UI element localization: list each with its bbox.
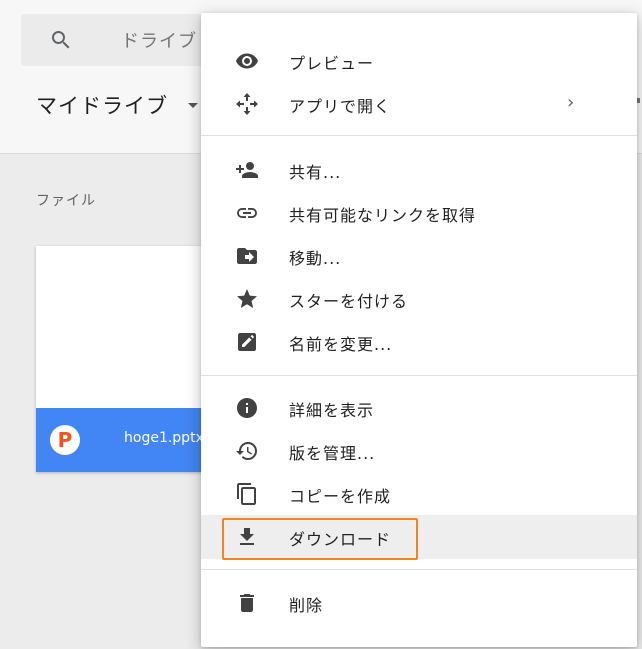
- menu-item-share[interactable]: 共有...: [201, 148, 637, 192]
- download-icon: [240, 528, 254, 545]
- search-icon[interactable]: [49, 28, 73, 52]
- search-input[interactable]: ドライブ: [121, 27, 197, 53]
- star-icon: [237, 289, 257, 308]
- menu-item-manage-versions[interactable]: 版を管理...: [201, 429, 637, 473]
- page-title[interactable]: マイドライブ: [36, 90, 168, 120]
- menu-item-details[interactable]: 詳細を表示: [201, 386, 637, 430]
- menu-item-download[interactable]: ダウンロード: [201, 515, 637, 560]
- trash-icon: [240, 594, 254, 612]
- file-name: hoge1.pptx: [124, 430, 204, 446]
- menu-divider: [201, 569, 637, 570]
- history-icon: [236, 442, 257, 460]
- menu-item-label: 詳細を表示: [289, 401, 375, 420]
- info-icon: [237, 398, 257, 418]
- menu-item-move[interactable]: 移動...: [201, 234, 637, 278]
- context-menu: プレビュー アプリで開く › 共有... 共有可能なリンクを取得 移動... ス…: [201, 13, 637, 647]
- chevron-down-icon: [637, 98, 640, 103]
- files-section-label: ファイル: [36, 193, 96, 209]
- menu-item-label: アプリで開く: [289, 97, 392, 116]
- menu-item-label: スターを付ける: [289, 292, 409, 311]
- menu-item-open-with[interactable]: アプリで開く ›: [201, 82, 637, 126]
- menu-divider: [201, 375, 637, 376]
- chevron-down-icon[interactable]: [188, 103, 198, 108]
- menu-item-label: 共有...: [289, 163, 342, 182]
- menu-divider: [201, 135, 637, 136]
- link-icon: [237, 208, 257, 218]
- menu-item-get-link[interactable]: 共有可能なリンクを取得: [201, 191, 637, 235]
- menu-item-label: 版を管理...: [289, 444, 376, 463]
- menu-item-rename[interactable]: 名前を変更...: [201, 320, 637, 364]
- menu-item-label: 共有可能なリンクを取得: [289, 206, 477, 225]
- menu-item-label: コピーを作成: [289, 487, 392, 506]
- menu-item-label: 名前を変更...: [289, 335, 393, 354]
- powerpoint-icon: P: [50, 425, 80, 455]
- menu-item-star[interactable]: スターを付ける: [201, 277, 637, 321]
- menu-item-make-copy[interactable]: コピーを作成: [201, 472, 637, 516]
- folder-move-icon: [237, 248, 257, 264]
- eye-icon: [236, 53, 258, 69]
- person-add-icon: [236, 162, 258, 178]
- menu-item-delete[interactable]: 削除: [201, 581, 637, 625]
- menu-item-label: 移動...: [289, 249, 342, 268]
- chevron-right-icon: ›: [567, 92, 575, 113]
- menu-item-label: プレビュー: [289, 54, 375, 73]
- move-arrows-icon: [236, 93, 258, 115]
- copy-icon: [237, 483, 256, 505]
- rename-icon: [238, 333, 256, 351]
- menu-item-label: ダウンロード: [289, 530, 392, 549]
- menu-item-preview[interactable]: プレビュー: [201, 39, 637, 83]
- menu-item-label: 削除: [289, 596, 324, 615]
